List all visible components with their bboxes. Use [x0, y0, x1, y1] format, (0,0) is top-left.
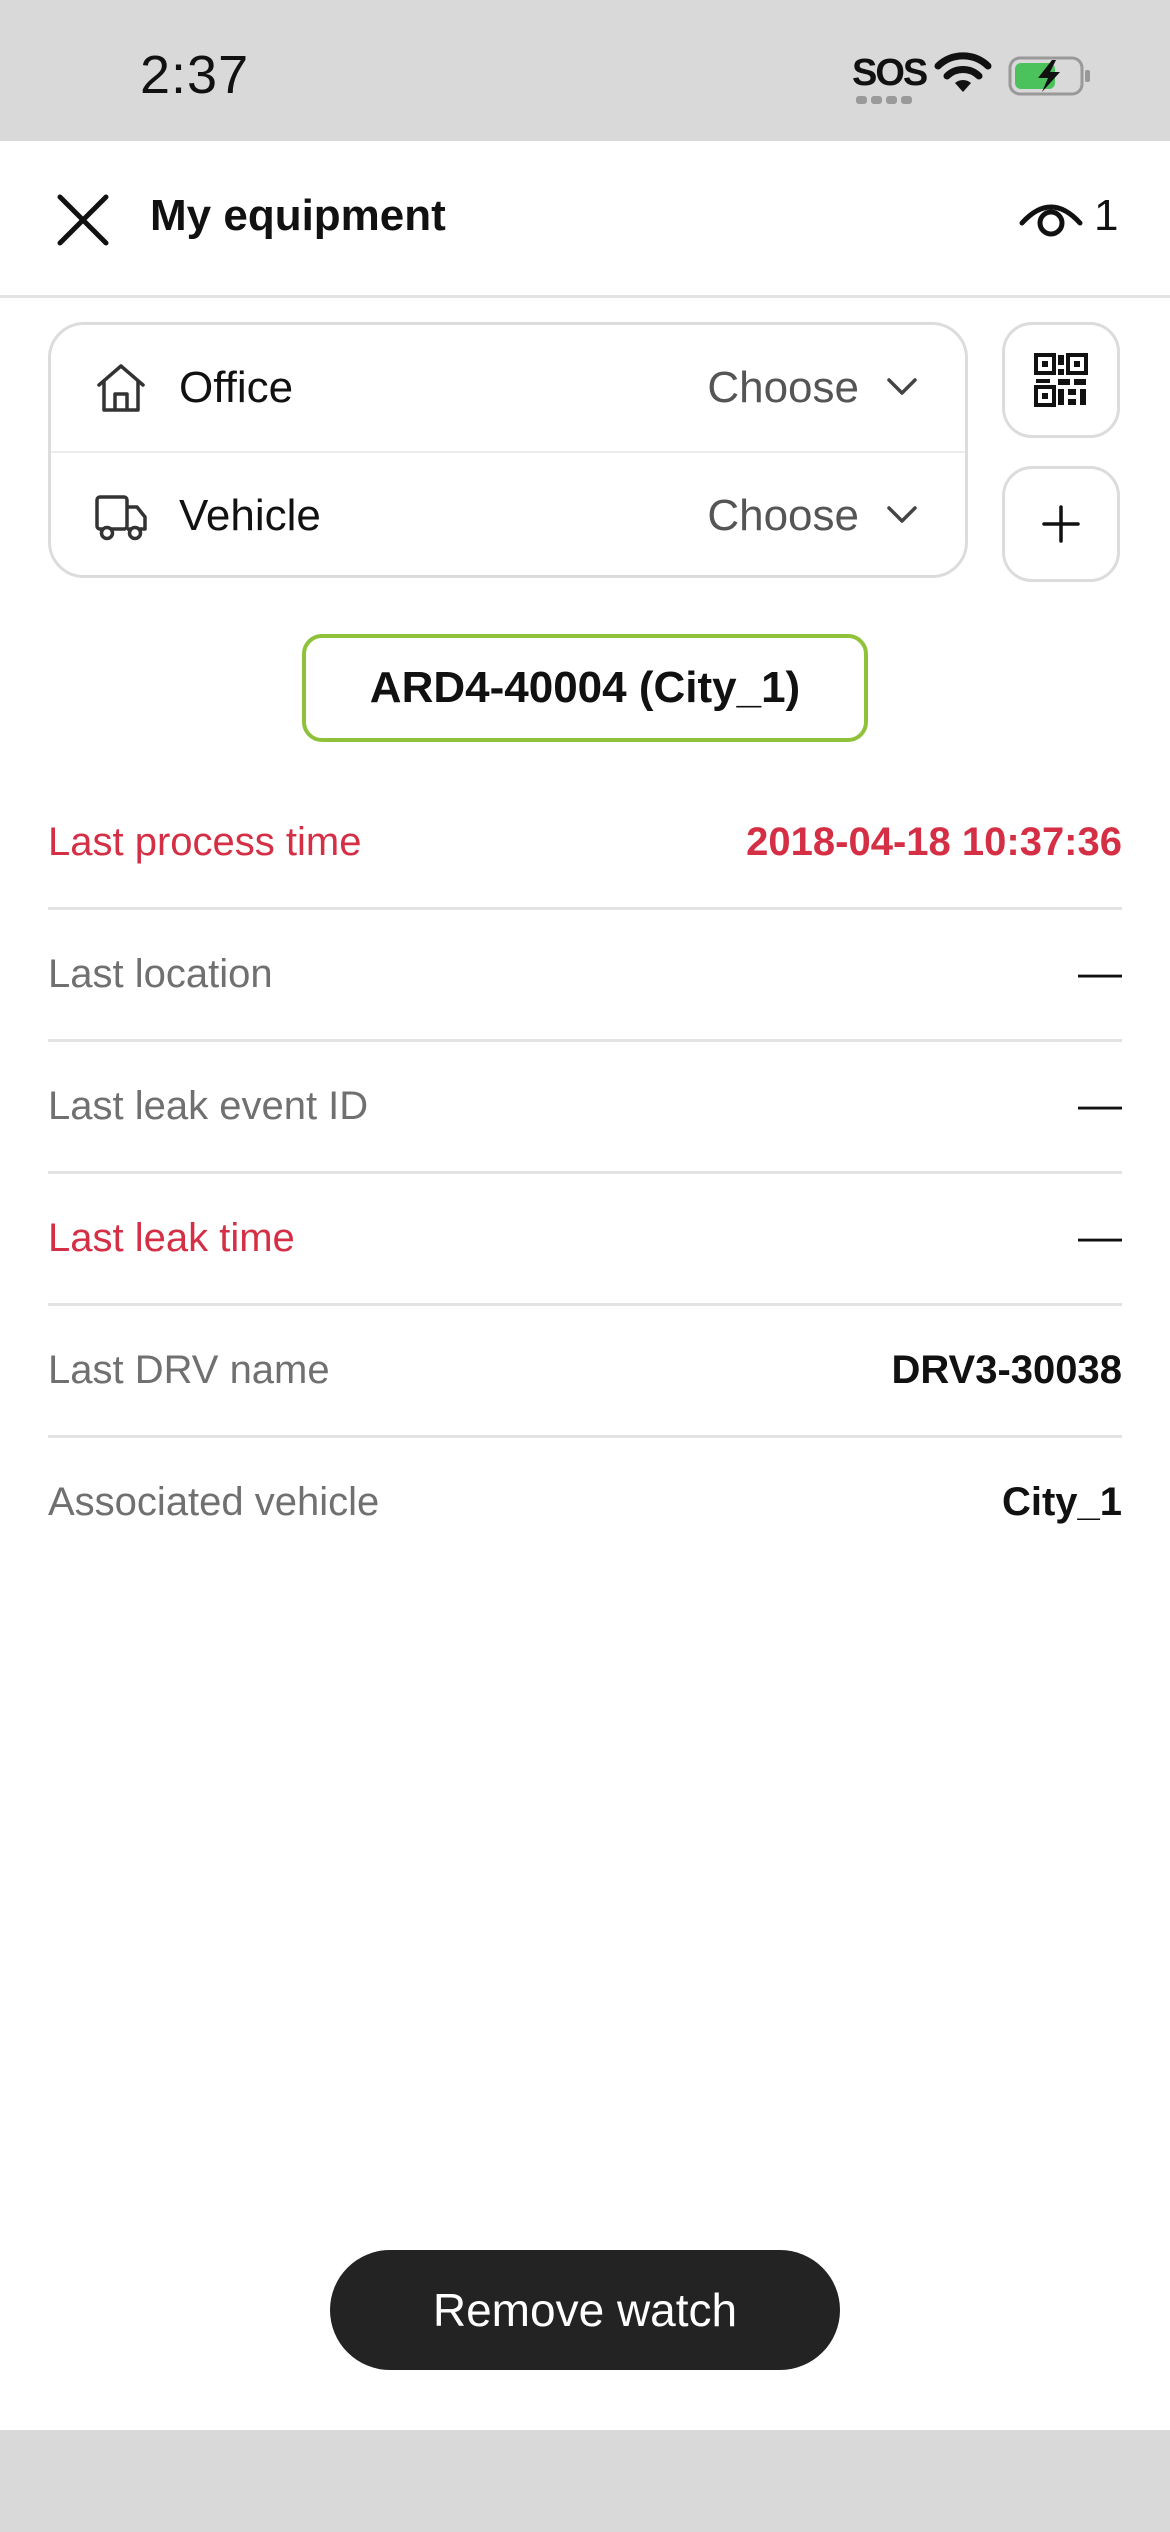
info-label: Last leak event ID — [48, 1084, 369, 1128]
eye-icon[interactable] — [1018, 189, 1084, 249]
header: My equipment 1 — [0, 141, 1170, 298]
info-label: Associated vehicle — [48, 1480, 380, 1524]
device-chip[interactable]: ARD4-40004 (City_1) — [302, 634, 868, 742]
status-bar: 2:37 SOS — [0, 0, 1170, 141]
info-label: Last DRV name — [48, 1348, 330, 1392]
info-label: Last process time — [48, 820, 362, 864]
info-value: DRV3-30038 — [891, 1348, 1122, 1392]
plus-icon — [1042, 505, 1080, 543]
vehicle-value: Choose — [707, 491, 859, 540]
info-row-last-leak-event-id: Last leak event ID — — [48, 1042, 1122, 1174]
info-value: 2018-04-18 10:37:36 — [746, 820, 1122, 864]
battery-charging-icon — [1008, 56, 1090, 96]
close-icon[interactable] — [52, 189, 114, 251]
sos-dots-icon — [856, 96, 912, 104]
chevron-down-icon — [887, 378, 917, 395]
qr-scan-button[interactable] — [1002, 322, 1120, 438]
equipment-info-list: Last process time 2018-04-18 10:37:36 La… — [48, 778, 1122, 1570]
home-icon — [97, 364, 145, 412]
office-value: Choose — [707, 363, 859, 412]
bottom-bar — [0, 2430, 1170, 2532]
sos-indicator: SOS — [852, 52, 928, 94]
wifi-icon — [934, 52, 992, 92]
watch-count: 1 — [1094, 191, 1119, 240]
info-label: Last location — [48, 952, 273, 996]
page-title: My equipment — [150, 191, 446, 240]
office-label: Office — [179, 363, 294, 412]
remove-watch-button[interactable]: Remove watch — [330, 2250, 840, 2370]
info-value: City_1 — [1001, 1480, 1122, 1524]
info-row-associated-vehicle: Associated vehicle City_1 — [48, 1438, 1122, 1570]
vehicle-selector[interactable]: Vehicle Choose — [51, 453, 965, 579]
office-selector[interactable]: Office Choose — [51, 325, 965, 453]
info-value: — — [1078, 1212, 1122, 1261]
info-value: — — [1078, 948, 1122, 997]
info-row-last-drv-name: Last DRV name DRV3-30038 — [48, 1306, 1122, 1438]
info-row-last-location: Last location — — [48, 910, 1122, 1042]
info-label: Last leak time — [48, 1216, 295, 1260]
add-button[interactable] — [1002, 466, 1120, 582]
info-value: — — [1078, 1080, 1122, 1129]
location-selector-card: Office Choose Vehicle Choose — [48, 322, 968, 578]
truck-icon — [95, 495, 147, 541]
status-time: 2:37 — [140, 45, 250, 105]
info-row-last-process-time: Last process time 2018-04-18 10:37:36 — [48, 778, 1122, 910]
chevron-down-icon — [887, 506, 917, 523]
info-row-last-leak-time: Last leak time — — [48, 1174, 1122, 1306]
vehicle-label: Vehicle — [179, 491, 321, 540]
qr-code-icon — [1034, 353, 1088, 407]
